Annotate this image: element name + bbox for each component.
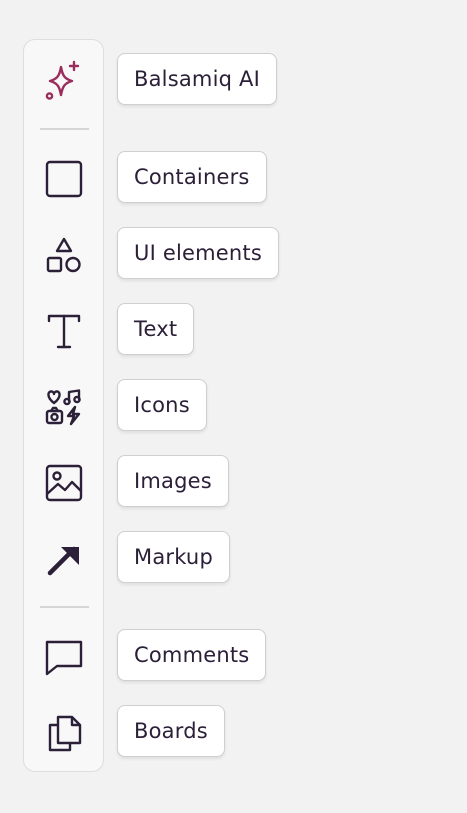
copy-pages-icon[interactable]: [38, 707, 90, 759]
shapes-icon[interactable]: [38, 229, 90, 281]
ui-elements-label[interactable]: UI elements: [117, 227, 279, 279]
arrow-icon[interactable]: [38, 533, 90, 585]
text-label[interactable]: Text: [117, 303, 195, 355]
sparkle-icon[interactable]: [38, 55, 90, 107]
tool-sidebar: [23, 39, 104, 772]
icons-label[interactable]: Icons: [117, 379, 207, 431]
toolbar-divider: [40, 606, 89, 608]
comment-icon[interactable]: [38, 631, 90, 683]
markup-label[interactable]: Markup: [117, 531, 230, 583]
images-label[interactable]: Images: [117, 455, 229, 507]
toolbar-divider: [40, 128, 89, 130]
balsamiq-ai-label[interactable]: Balsamiq AI: [117, 53, 277, 105]
text-icon[interactable]: [38, 305, 90, 357]
image-icon[interactable]: [38, 457, 90, 509]
icon-set-icon[interactable]: [38, 381, 90, 433]
comments-label[interactable]: Comments: [117, 629, 267, 681]
boards-label[interactable]: Boards: [117, 705, 225, 757]
containers-label[interactable]: Containers: [117, 151, 267, 203]
square-icon[interactable]: [38, 153, 90, 205]
